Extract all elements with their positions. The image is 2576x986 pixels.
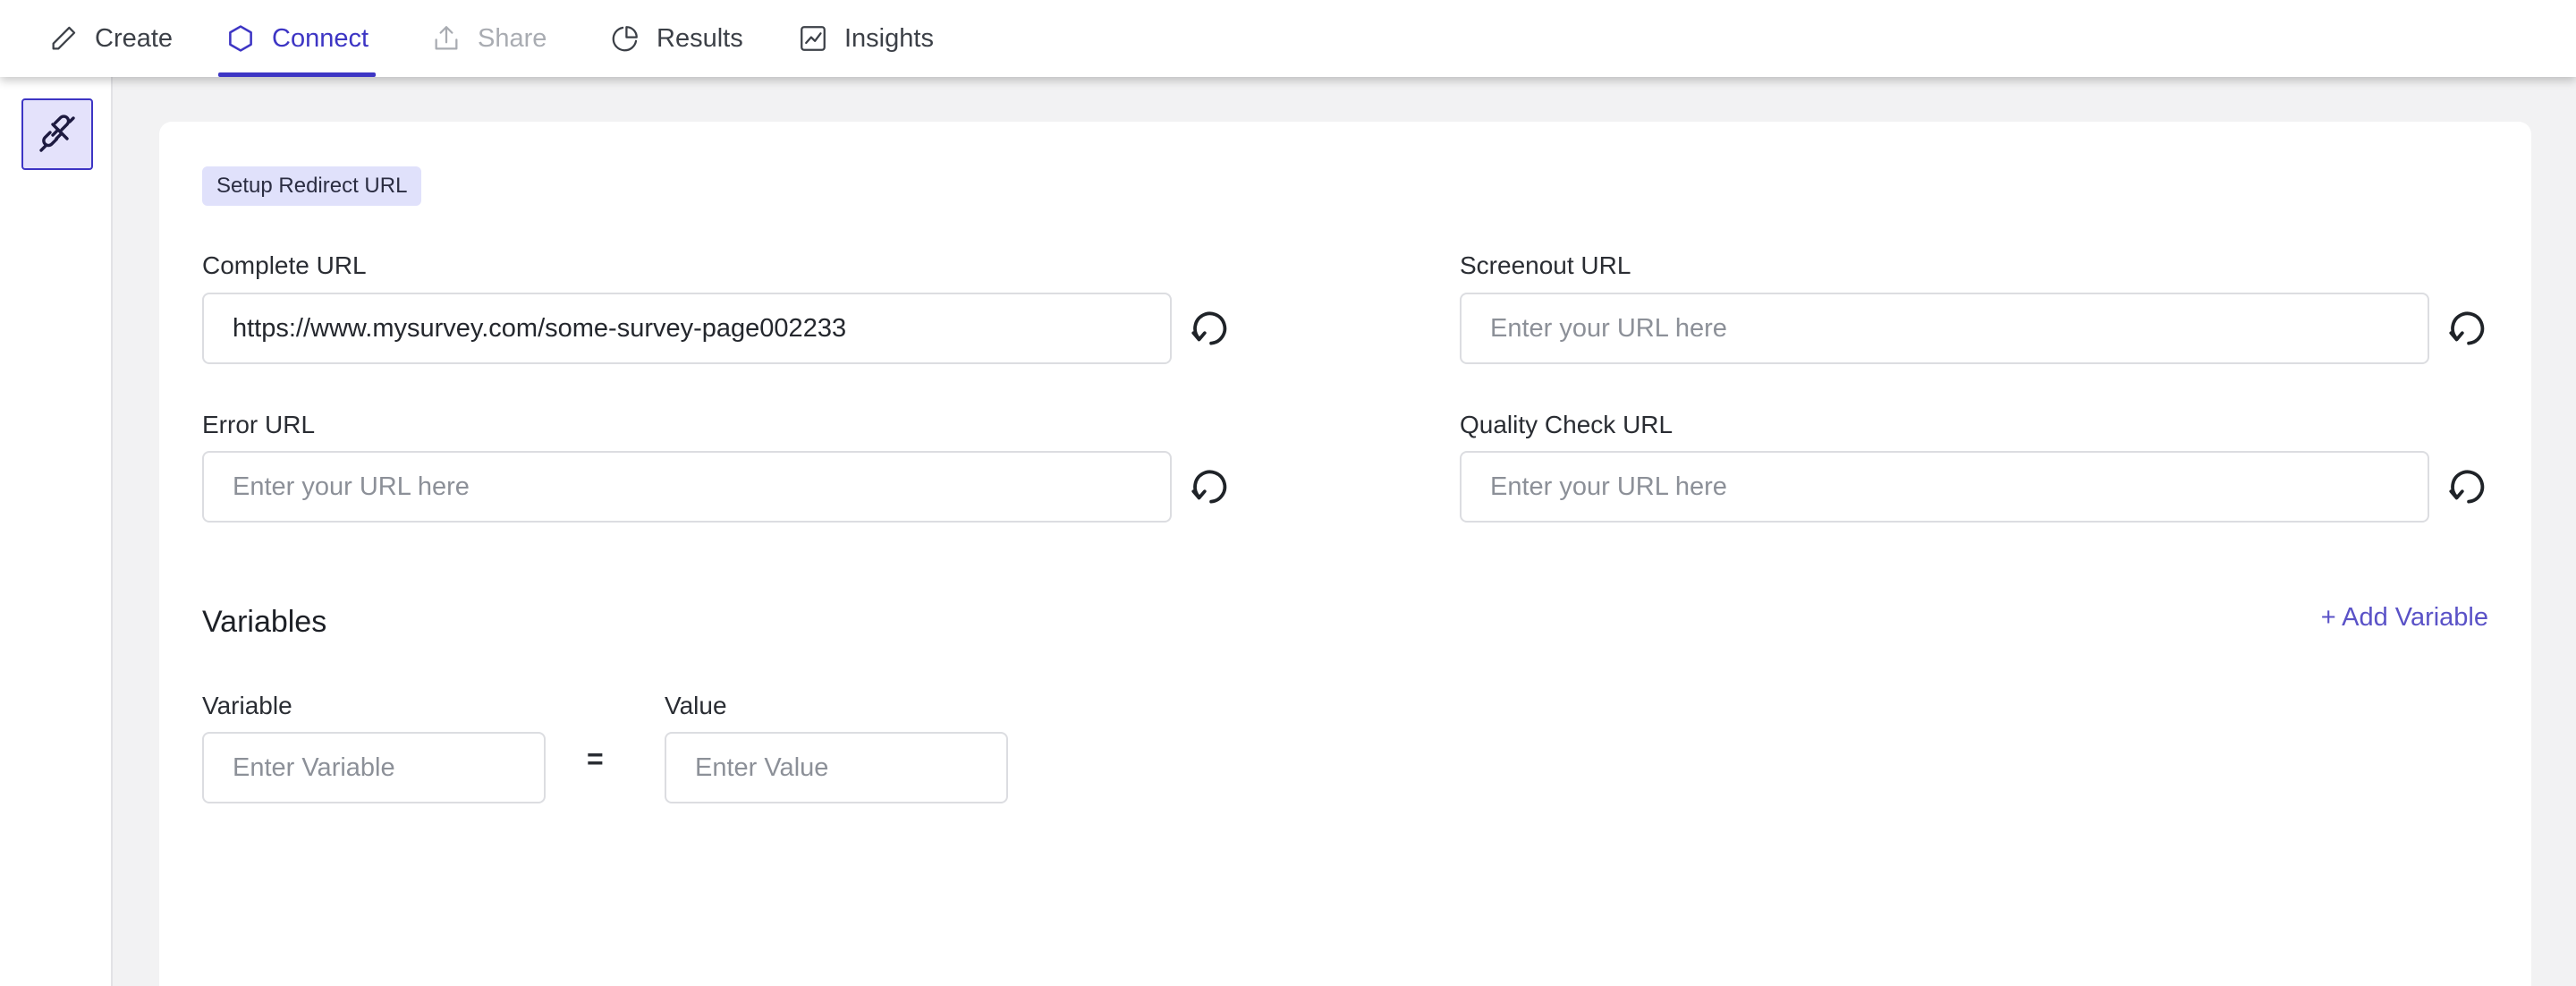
value-label: Value — [665, 692, 727, 719]
reset-icon[interactable] — [2445, 306, 2489, 351]
variable-label: Variable — [202, 692, 292, 719]
reset-icon[interactable] — [1187, 464, 1232, 509]
hexagon-icon — [229, 25, 252, 52]
quality-check-url-label: Quality Check URL — [1460, 411, 1674, 438]
line-chart-icon — [801, 26, 826, 51]
quality-check-url-input[interactable] — [1460, 451, 2429, 523]
variable-input[interactable] — [202, 732, 546, 803]
tab-insights-label: Insights — [844, 23, 934, 53]
redirect-setup-card: Setup Redirect URL Complete URL Screenou… — [159, 122, 2531, 986]
equals-sign: = — [587, 743, 604, 775]
tab-connect-label: Connect — [272, 23, 369, 53]
tab-create-label: Create — [95, 23, 174, 53]
error-url-input[interactable] — [202, 451, 1172, 523]
tab-results[interactable]: Results — [610, 0, 743, 77]
tab-share-label: Share — [478, 23, 547, 53]
value-input[interactable] — [665, 732, 1008, 803]
add-variable-link[interactable]: + Add Variable — [2321, 603, 2488, 633]
tab-insights[interactable]: Insights — [798, 0, 934, 77]
top-navigation: Create Connect Share Results Insights — [0, 0, 2576, 77]
pie-chart-icon — [612, 26, 638, 52]
rail-connect-button[interactable] — [21, 98, 93, 170]
complete-url-input[interactable] — [202, 293, 1172, 364]
reset-icon[interactable] — [1187, 306, 1232, 351]
tab-results-label: Results — [657, 23, 743, 53]
setup-badge: Setup Redirect URL — [202, 166, 422, 206]
screenout-url-input[interactable] — [1460, 293, 2429, 364]
screenout-url-label: Screenout URL — [1460, 251, 1631, 279]
complete-url-label: Complete URL — [202, 251, 367, 279]
pencil-icon — [52, 26, 76, 50]
tab-connect[interactable]: Connect — [217, 0, 377, 77]
tab-create[interactable]: Create — [48, 0, 173, 77]
left-rail — [0, 77, 113, 986]
reset-icon[interactable] — [2445, 464, 2489, 509]
plug-connect-icon — [39, 115, 75, 152]
variables-title: Variables — [202, 605, 327, 639]
error-url-label: Error URL — [202, 411, 316, 438]
tab-share[interactable]: Share — [431, 0, 547, 77]
share-upload-icon — [435, 26, 458, 50]
